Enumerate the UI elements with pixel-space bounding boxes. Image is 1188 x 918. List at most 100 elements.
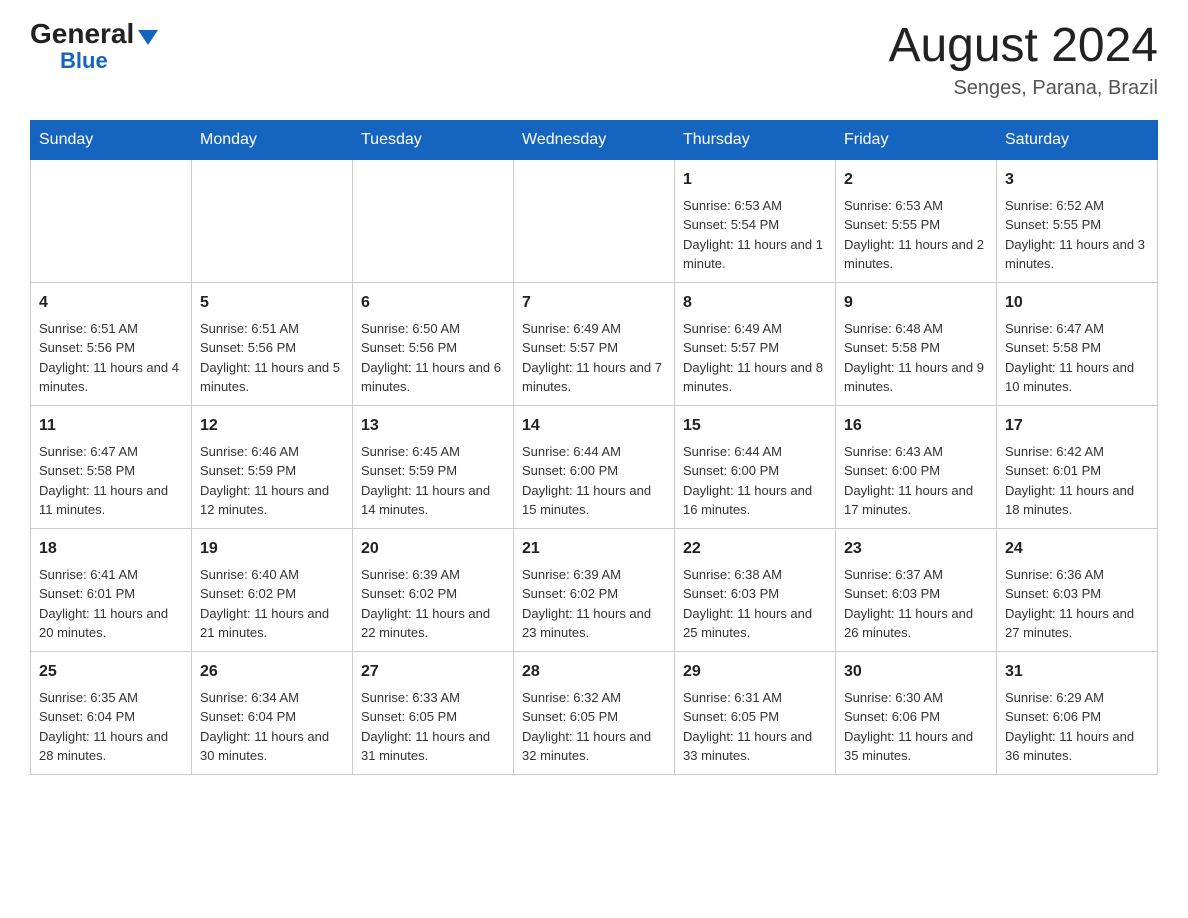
col-thursday: Thursday	[675, 120, 836, 159]
day-info: Sunrise: 6:50 AMSunset: 5:56 PMDaylight:…	[361, 319, 505, 397]
day-info: Sunrise: 6:33 AMSunset: 6:05 PMDaylight:…	[361, 688, 505, 766]
day-number: 29	[683, 660, 827, 684]
calendar-cell: 19Sunrise: 6:40 AMSunset: 6:02 PMDayligh…	[192, 528, 353, 651]
calendar-cell	[192, 159, 353, 282]
day-number: 31	[1005, 660, 1149, 684]
col-wednesday: Wednesday	[514, 120, 675, 159]
day-number: 19	[200, 537, 344, 561]
calendar-cell: 26 Sunrise: 6:34 AMSunset: 6:04 PMDayligh…	[192, 651, 353, 774]
calendar-cell	[353, 159, 514, 282]
day-number: 14	[522, 414, 666, 438]
day-number: 16	[844, 414, 988, 438]
calendar-cell: 21Sunrise: 6:39 AMSunset: 6:02 PMDayligh…	[514, 528, 675, 651]
day-number: 12	[200, 414, 344, 438]
day-number: 3	[1005, 168, 1149, 192]
calendar-cell: 4 Sunrise: 6:51 AMSunset: 5:56 PMDaylight…	[31, 282, 192, 405]
day-info: Sunrise: 6:49 AMSunset: 5:57 PMDaylight:…	[683, 319, 827, 397]
day-number: 6	[361, 291, 505, 315]
location: Senges, Parana, Brazil	[888, 77, 1158, 100]
day-info: Sunrise: 6:44 AMSunset: 6:00 PMDaylight:…	[522, 442, 666, 520]
day-info: Sunrise: 6:51 AMSunset: 5:56 PMDaylight:…	[39, 319, 183, 397]
col-tuesday: Tuesday	[353, 120, 514, 159]
week-row-4: 18 Sunrise: 6:41 AMSunset: 6:01 PMDayligh…	[31, 528, 1158, 651]
day-number: 13	[361, 414, 505, 438]
day-info: Sunrise: 6:46 AMSunset: 5:59 PMDaylight:…	[200, 442, 344, 520]
week-row-3: 11 Sunrise: 6:47 AMSunset: 5:58 PMDayligh…	[31, 405, 1158, 528]
calendar-cell: 6 Sunrise: 6:50 AMSunset: 5:56 PMDaylight…	[353, 282, 514, 405]
day-info: Sunrise: 6:47 AMSunset: 5:58 PMDaylight:…	[39, 442, 183, 520]
day-info: Sunrise: 6:39 AMSunset: 6:02 PMDaylight:…	[361, 565, 505, 643]
calendar-cell: 23Sunrise: 6:37 AMSunset: 6:03 PMDayligh…	[836, 528, 997, 651]
header-row: Sunday Monday Tuesday Wednesday Thursday…	[31, 120, 1158, 159]
calendar-cell: 10Sunrise: 6:47 AMSunset: 5:58 PMDayligh…	[997, 282, 1158, 405]
day-info: Sunrise: 6:43 AMSunset: 6:00 PMDaylight:…	[844, 442, 988, 520]
day-number: 15	[683, 414, 827, 438]
day-number: 4	[39, 291, 183, 315]
calendar-cell: 8 Sunrise: 6:49 AMSunset: 5:57 PMDaylight…	[675, 282, 836, 405]
day-info: Sunrise: 6:42 AMSunset: 6:01 PMDaylight:…	[1005, 442, 1149, 520]
day-info: Sunrise: 6:30 AMSunset: 6:06 PMDaylight:…	[844, 688, 988, 766]
day-number: 18	[39, 537, 183, 561]
day-info: Sunrise: 6:29 AMSunset: 6:06 PMDaylight:…	[1005, 688, 1149, 766]
day-info: Sunrise: 6:53 AMSunset: 5:54 PMDaylight:…	[683, 196, 827, 274]
day-info: Sunrise: 6:31 AMSunset: 6:05 PMDaylight:…	[683, 688, 827, 766]
col-monday: Monday	[192, 120, 353, 159]
day-number: 30	[844, 660, 988, 684]
calendar-cell: 5 Sunrise: 6:51 AMSunset: 5:56 PMDaylight…	[192, 282, 353, 405]
day-number: 8	[683, 291, 827, 315]
calendar-cell: 30 Sunrise: 6:30 AMSunset: 6:06 PMDayligh…	[836, 651, 997, 774]
calendar-cell: 29 Sunrise: 6:31 AMSunset: 6:05 PMDayligh…	[675, 651, 836, 774]
calendar-cell: 18 Sunrise: 6:41 AMSunset: 6:01 PMDayligh…	[31, 528, 192, 651]
day-info: Sunrise: 6:41 AMSunset: 6:01 PMDaylight:…	[39, 565, 183, 643]
calendar-cell: 1Sunrise: 6:53 AMSunset: 5:54 PMDaylight…	[675, 159, 836, 282]
calendar-cell: 16 Sunrise: 6:43 AMSunset: 6:00 PMDayligh…	[836, 405, 997, 528]
day-info: Sunrise: 6:44 AMSunset: 6:00 PMDaylight:…	[683, 442, 827, 520]
day-info: Sunrise: 6:52 AMSunset: 5:55 PMDaylight:…	[1005, 196, 1149, 274]
calendar-cell: 13 Sunrise: 6:45 AMSunset: 5:59 PMDayligh…	[353, 405, 514, 528]
day-number: 7	[522, 291, 666, 315]
calendar-cell: 28 Sunrise: 6:32 AMSunset: 6:05 PMDayligh…	[514, 651, 675, 774]
day-number: 5	[200, 291, 344, 315]
day-info: Sunrise: 6:39 AMSunset: 6:02 PMDaylight:…	[522, 565, 666, 643]
calendar-cell: 12 Sunrise: 6:46 AMSunset: 5:59 PMDayligh…	[192, 405, 353, 528]
logo: General Blue	[30, 20, 158, 74]
calendar-cell: 25 Sunrise: 6:35 AMSunset: 6:04 PMDayligh…	[31, 651, 192, 774]
calendar-cell	[514, 159, 675, 282]
day-number: 9	[844, 291, 988, 315]
day-number: 22	[683, 537, 827, 561]
day-info: Sunrise: 6:45 AMSunset: 5:59 PMDaylight:…	[361, 442, 505, 520]
day-number: 28	[522, 660, 666, 684]
calendar-body: 1Sunrise: 6:53 AMSunset: 5:54 PMDaylight…	[31, 159, 1158, 774]
day-number: 17	[1005, 414, 1149, 438]
calendar-table: Sunday Monday Tuesday Wednesday Thursday…	[30, 120, 1158, 775]
page-header: General Blue August 2024 Senges, Parana,…	[30, 20, 1158, 100]
title-block: August 2024 Senges, Parana, Brazil	[888, 20, 1158, 100]
calendar-cell: 15 Sunrise: 6:44 AMSunset: 6:00 PMDayligh…	[675, 405, 836, 528]
day-info: Sunrise: 6:32 AMSunset: 6:05 PMDaylight:…	[522, 688, 666, 766]
day-number: 11	[39, 414, 183, 438]
day-number: 26	[200, 660, 344, 684]
day-info: Sunrise: 6:53 AMSunset: 5:55 PMDaylight:…	[844, 196, 988, 274]
day-info: Sunrise: 6:36 AMSunset: 6:03 PMDaylight:…	[1005, 565, 1149, 643]
calendar-cell: 17 Sunrise: 6:42 AMSunset: 6:01 PMDayligh…	[997, 405, 1158, 528]
week-row-2: 4 Sunrise: 6:51 AMSunset: 5:56 PMDaylight…	[31, 282, 1158, 405]
day-number: 27	[361, 660, 505, 684]
calendar-cell: 3 Sunrise: 6:52 AMSunset: 5:55 PMDaylight…	[997, 159, 1158, 282]
col-sunday: Sunday	[31, 120, 192, 159]
calendar-cell: 11 Sunrise: 6:47 AMSunset: 5:58 PMDayligh…	[31, 405, 192, 528]
calendar-cell: 9 Sunrise: 6:48 AMSunset: 5:58 PMDaylight…	[836, 282, 997, 405]
day-number: 20	[361, 537, 505, 561]
week-row-1: 1Sunrise: 6:53 AMSunset: 5:54 PMDaylight…	[31, 159, 1158, 282]
day-info: Sunrise: 6:51 AMSunset: 5:56 PMDaylight:…	[200, 319, 344, 397]
calendar-header: Sunday Monday Tuesday Wednesday Thursday…	[31, 120, 1158, 159]
calendar-cell: 20 Sunrise: 6:39 AMSunset: 6:02 PMDayligh…	[353, 528, 514, 651]
day-info: Sunrise: 6:35 AMSunset: 6:04 PMDaylight:…	[39, 688, 183, 766]
logo-blue-text: Blue	[60, 48, 108, 74]
calendar-cell: 24Sunrise: 6:36 AMSunset: 6:03 PMDayligh…	[997, 528, 1158, 651]
day-info: Sunrise: 6:34 AMSunset: 6:04 PMDaylight:…	[200, 688, 344, 766]
day-info: Sunrise: 6:37 AMSunset: 6:03 PMDaylight:…	[844, 565, 988, 643]
calendar-cell: 31 Sunrise: 6:29 AMSunset: 6:06 PMDayligh…	[997, 651, 1158, 774]
calendar-cell: 14 Sunrise: 6:44 AMSunset: 6:00 PMDayligh…	[514, 405, 675, 528]
day-info: Sunrise: 6:48 AMSunset: 5:58 PMDaylight:…	[844, 319, 988, 397]
day-number: 25	[39, 660, 183, 684]
